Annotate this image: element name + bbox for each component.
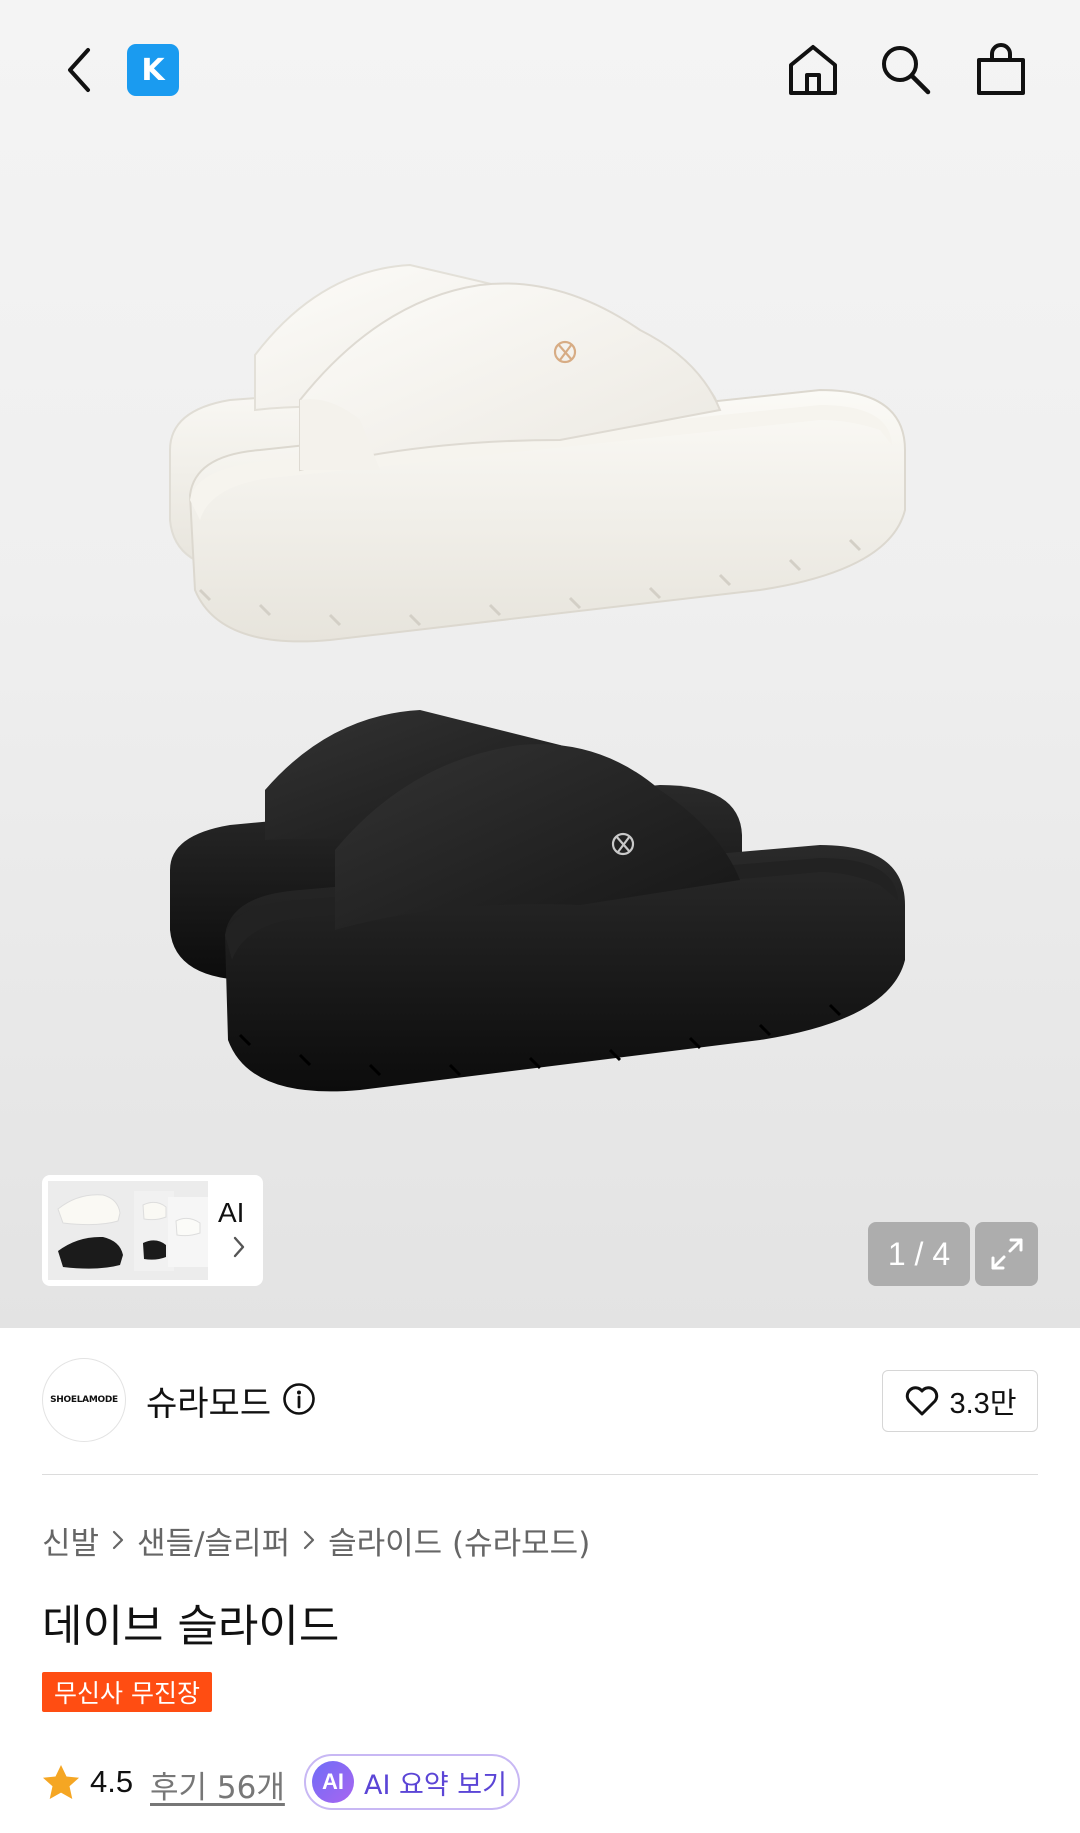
expand-icon <box>991 1238 1022 1270</box>
thumbnail-ai-label: AI <box>218 1197 245 1228</box>
brand-logo[interactable]: SHOELAMODE <box>42 1358 126 1442</box>
heart-icon <box>905 1386 938 1416</box>
shopping-bag-icon <box>977 43 1025 95</box>
info-icon[interactable] <box>282 1382 316 1416</box>
product-image[interactable] <box>0 140 1080 1140</box>
product-gallery[interactable]: K AI 1 / 4 <box>0 0 1080 1328</box>
product-title: 데이브 슬라이드 <box>42 1601 340 1652</box>
home-button[interactable] <box>780 36 846 102</box>
back-icon <box>68 48 90 92</box>
search-icon <box>882 46 931 95</box>
review-count-link[interactable]: 후기 56개 <box>150 1762 285 1807</box>
ai-summary-label: AI 요약 보기 <box>364 1769 507 1801</box>
thumbnail-image[interactable] <box>48 1181 208 1280</box>
cart-button[interactable] <box>968 36 1034 102</box>
top-bar: K <box>0 0 1080 140</box>
brand-row: SHOELAMODE 슈라모드 3.3만 <box>42 1358 1038 1442</box>
expand-button[interactable] <box>975 1222 1038 1286</box>
chevron-right-icon <box>233 1236 245 1258</box>
breadcrumb: 신발 샌들/슬리퍼 슬라이드 (슈라모드) <box>42 1518 590 1563</box>
chevron-right-icon <box>111 1529 125 1551</box>
star-icon <box>43 1765 79 1799</box>
back-button[interactable] <box>50 40 110 100</box>
thumbnail-strip[interactable]: AI <box>42 1175 263 1286</box>
breadcrumb-item[interactable]: 샌들/슬리퍼 <box>137 1518 290 1563</box>
promo-badge: 무신사 무진장 <box>42 1672 212 1712</box>
store-logo[interactable]: K <box>127 44 179 96</box>
image-counter: 1 / 4 <box>868 1222 970 1286</box>
home-icon <box>789 45 837 95</box>
rating-score: 4.5 <box>90 1764 134 1799</box>
search-button[interactable] <box>872 36 938 102</box>
rating-row: 4.5 후기 56개 AI AI 요약 보기 <box>42 1754 942 1810</box>
brand-name[interactable]: 슈라모드 <box>146 1376 271 1425</box>
breadcrumb-item[interactable]: 신발 <box>42 1518 99 1563</box>
divider <box>42 1474 1038 1475</box>
like-button[interactable]: 3.3만 <box>882 1370 1038 1432</box>
breadcrumb-item[interactable]: 슬라이드 (슈라모드) <box>328 1518 590 1563</box>
chevron-right-icon <box>302 1529 316 1551</box>
like-count: 3.3만 <box>949 1388 1017 1420</box>
ai-icon: AI <box>312 1761 354 1803</box>
ai-summary-button[interactable]: AI AI 요약 보기 <box>304 1754 520 1810</box>
